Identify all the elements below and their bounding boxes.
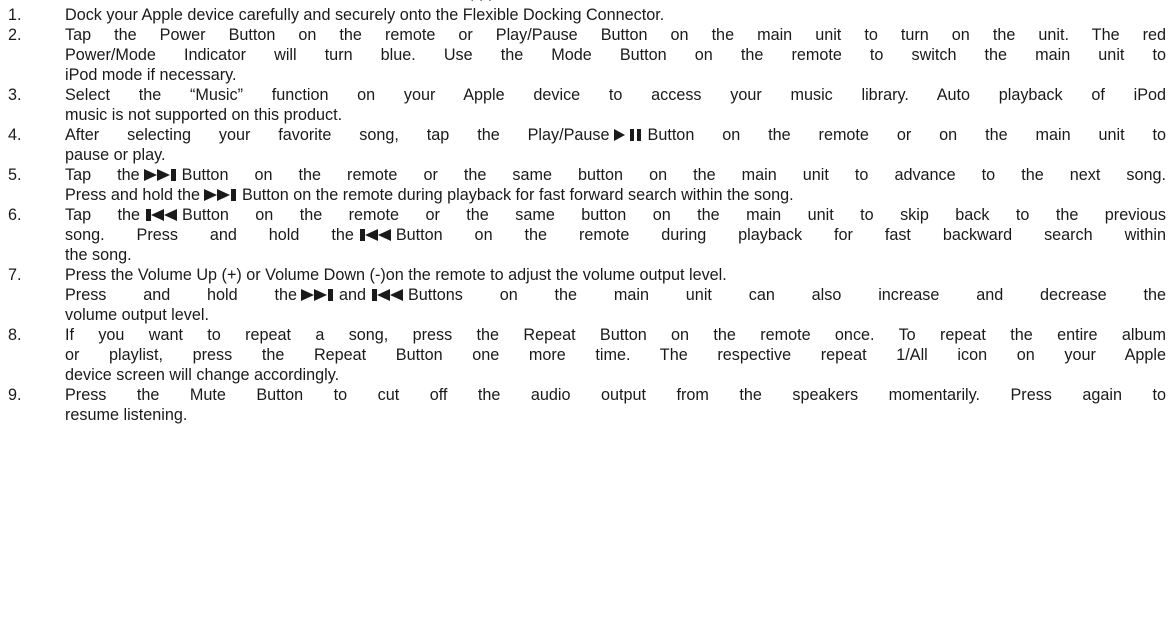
- step-line: iPod mode if necessary.: [65, 66, 237, 84]
- step-number: 1.: [8, 6, 22, 24]
- previous-track-icon: [370, 288, 404, 302]
- step-line: Power/Mode Indicator will turn blue. Use…: [65, 46, 1166, 64]
- step-line: device screen will change accordingly.: [65, 366, 340, 384]
- step-text: Tap the: [65, 166, 140, 184]
- instruction-step-1: 1. Dock your Apple device carefully and …: [8, 5, 1166, 25]
- previous-track-icon: [358, 228, 392, 242]
- next-track-icon: [143, 168, 178, 182]
- step-line: Dock your Apple device carefully and sec…: [65, 6, 665, 24]
- instruction-step-9: 9. Press the Mute Button to cut off the …: [8, 385, 1166, 425]
- step-line: Press the Volume Up (+) or Volume Down (…: [65, 266, 727, 284]
- step-line: volume output level.: [65, 306, 209, 324]
- step-text: song. Press and hold the: [65, 226, 354, 244]
- step-line: Tap the Power Button on the remote or Pl…: [65, 26, 1166, 44]
- step-line: or playlist, press the Repeat Button one…: [65, 346, 1166, 364]
- step-line: After selecting your favorite song, tap …: [65, 125, 1166, 145]
- step-text: Tap the: [65, 206, 141, 224]
- step-text: Button on the remote during playback for…: [395, 226, 1166, 244]
- step-line: song. Press and hold the Button on the re…: [65, 225, 1166, 245]
- step-text: Button on the remote or the same button …: [181, 166, 1166, 184]
- instruction-step-8: 8. If you want to repeat a song, press t…: [8, 325, 1166, 385]
- step-text: and: [338, 286, 366, 304]
- step-number: 9.: [8, 386, 22, 404]
- next-track-icon: [300, 288, 335, 302]
- instruction-step-4: 4. After selecting your favorite song, t…: [8, 125, 1166, 165]
- step-line: Tap the Button on the remote or the same …: [65, 205, 1166, 225]
- step-number: 5.: [8, 166, 22, 184]
- instruction-step-5: 5. Tap the Button on the remote or the sa…: [8, 165, 1166, 205]
- step-line: If you want to repeat a song, press the …: [65, 326, 1166, 344]
- step-number: 6.: [8, 206, 22, 224]
- instruction-step-3: 3. Select the “Music” function on your A…: [8, 85, 1166, 125]
- step-number: 8.: [8, 326, 22, 344]
- step-line: the song.: [65, 246, 132, 264]
- instruction-step-6: 6. Tap the Button on the remote or the sa…: [8, 205, 1166, 265]
- manual-page: , , , 1. Dock your Apple device carefull…: [0, 0, 1171, 617]
- step-line: Press and hold the and Buttons on the main…: [65, 285, 1166, 305]
- step-text: Press and hold the: [65, 186, 200, 204]
- step-line: resume listening.: [65, 406, 188, 424]
- step-line: music is not supported on this product.: [65, 106, 343, 124]
- step-number: 2.: [8, 26, 22, 44]
- instruction-list: 1. Dock your Apple device carefully and …: [8, 5, 1166, 425]
- cut-off-text: , , ,: [470, 0, 492, 4]
- previous-track-icon: [144, 208, 178, 222]
- step-text: After selecting your favorite song, tap …: [65, 126, 610, 144]
- instruction-step-7: 7. Press the Volume Up (+) or Volume Dow…: [8, 265, 1166, 325]
- step-text: Button on the remote or on the main unit…: [647, 126, 1166, 144]
- step-text: Button on the remote or the same button …: [182, 206, 1166, 224]
- instruction-step-2: 2. Tap the Power Button on the remote or…: [8, 25, 1166, 85]
- play-pause-icon: [613, 128, 644, 142]
- step-text: Buttons on the main unit can also increa…: [408, 286, 1166, 304]
- step-line: Select the “Music” function on your Appl…: [65, 86, 1166, 104]
- step-text: Button on the remote during playback for…: [242, 186, 794, 204]
- step-text: Press and hold the: [65, 286, 297, 304]
- step-line: pause or play.: [65, 146, 166, 164]
- step-line: Tap the Button on the remote or the same …: [65, 165, 1166, 185]
- step-number: 7.: [8, 266, 22, 284]
- step-number: 4.: [8, 126, 22, 144]
- step-line: Press the Mute Button to cut off the aud…: [65, 386, 1166, 404]
- step-line: Press and hold the Button on the remote d…: [65, 185, 1166, 205]
- step-number: 3.: [8, 86, 22, 104]
- next-track-icon: [204, 188, 238, 202]
